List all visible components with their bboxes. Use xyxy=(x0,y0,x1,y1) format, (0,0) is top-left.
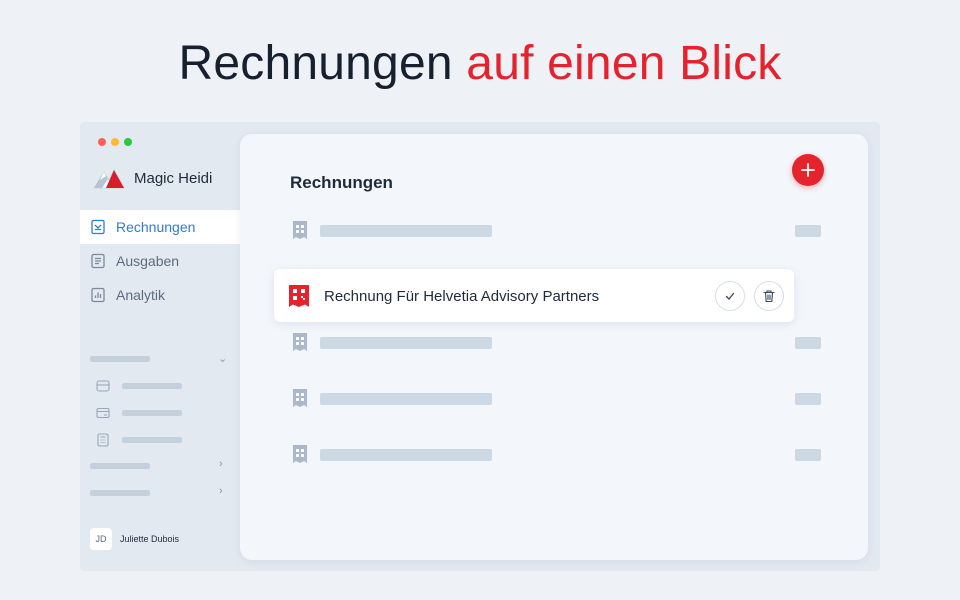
card-icon xyxy=(96,380,110,392)
sidebar-section-placeholder[interactable]: › xyxy=(90,458,230,471)
headline-accent: auf einen Blick xyxy=(466,37,782,90)
sidebar-nav: Rechnungen Ausgaben Analytik xyxy=(80,210,240,312)
list-item[interactable] xyxy=(292,220,822,240)
invoice-title: Rechnung Für Helvetia Advisory Partners xyxy=(324,288,600,305)
calculator-icon xyxy=(97,433,109,447)
sidebar-item-label: Rechnungen xyxy=(116,219,196,235)
app-name: Magic Heidi xyxy=(134,169,213,187)
list-item[interactable] xyxy=(292,388,822,408)
receipt-icon xyxy=(91,253,105,269)
checkmark-icon xyxy=(725,292,735,300)
qr-invoice-icon xyxy=(289,285,309,307)
chart-icon xyxy=(91,287,105,303)
payment-card-icon xyxy=(96,407,110,419)
chevron-down-icon: ⌄ xyxy=(218,353,228,365)
invoice-icon xyxy=(91,219,105,235)
avatar: JD xyxy=(90,528,112,550)
sidebar-section-placeholder[interactable]: › xyxy=(90,485,230,498)
maximize-window-button[interactable] xyxy=(124,138,132,146)
headline: Rechnungen auf einen Blick xyxy=(0,36,960,91)
headline-main: Rechnungen xyxy=(178,37,453,90)
delete-invoice-button[interactable] xyxy=(754,281,784,311)
mark-paid-button[interactable] xyxy=(715,281,745,311)
sidebar-item-label: Analytik xyxy=(116,287,166,303)
sidebar-subitem-placeholder[interactable] xyxy=(96,433,226,447)
window-controls xyxy=(98,138,132,146)
qr-invoice-icon xyxy=(293,389,307,407)
user-profile[interactable]: JD Juliette Dubois xyxy=(90,528,179,550)
sidebar-item-rechnungen[interactable]: Rechnungen xyxy=(80,210,240,244)
close-window-button[interactable] xyxy=(98,138,106,146)
chevron-right-icon: › xyxy=(219,485,223,497)
invoices-panel: Rechnungen Rechnung Für Helvetia Advisor… xyxy=(240,134,868,560)
list-item[interactable] xyxy=(292,444,822,464)
list-item[interactable] xyxy=(292,332,822,352)
plus-icon xyxy=(801,163,815,177)
sidebar-section-placeholder[interactable]: ⌄ xyxy=(90,353,230,365)
page-title: Rechnungen xyxy=(290,173,393,192)
sidebar-subitem-placeholder[interactable] xyxy=(96,406,226,420)
qr-invoice-icon xyxy=(293,445,307,463)
user-name: Juliette Dubois xyxy=(120,534,180,544)
trash-icon xyxy=(763,290,775,303)
sidebar-item-analytik[interactable]: Analytik xyxy=(80,278,240,312)
brand: Magic Heidi xyxy=(92,166,212,190)
app-window: Magic Heidi Rechnungen Ausgaben Analytik xyxy=(80,122,880,571)
minimize-window-button[interactable] xyxy=(111,138,119,146)
qr-invoice-icon xyxy=(293,221,307,239)
sidebar-item-ausgaben[interactable]: Ausgaben xyxy=(80,244,240,278)
chevron-right-icon: › xyxy=(219,458,223,470)
qr-invoice-icon xyxy=(293,333,307,351)
sidebar-subitem-placeholder[interactable] xyxy=(96,379,226,393)
add-invoice-button[interactable] xyxy=(792,154,824,186)
invoice-row-highlighted[interactable]: Rechnung Für Helvetia Advisory Partners xyxy=(274,269,794,322)
magic-heidi-logo-icon xyxy=(93,169,125,189)
sidebar-item-label: Ausgaben xyxy=(116,253,180,269)
